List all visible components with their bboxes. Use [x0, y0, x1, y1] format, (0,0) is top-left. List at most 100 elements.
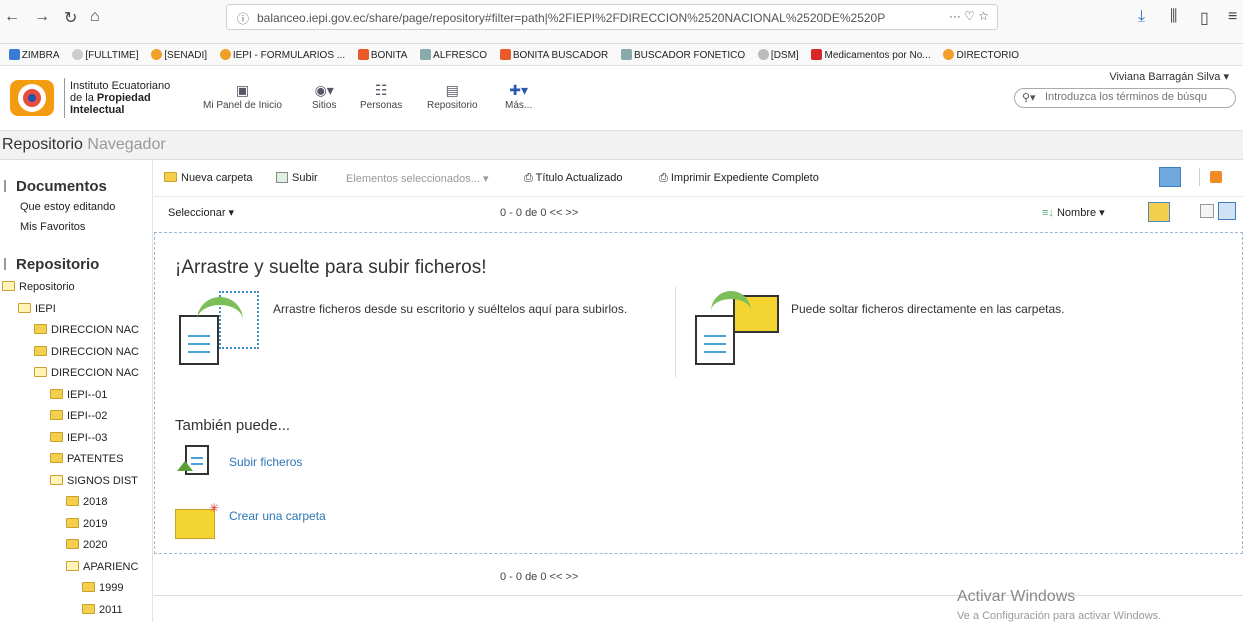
- tree-node-label: SIGNOS DIST: [67, 474, 138, 487]
- nav-dashboard[interactable]: ▣ Mi Panel de Inicio: [203, 82, 282, 111]
- upload-icon: [276, 172, 288, 183]
- bookmark-item[interactable]: ZIMBRA: [8, 49, 60, 61]
- title-updated-button[interactable]: ⎙ Título Actualizado: [524, 172, 623, 185]
- folder-drop-text: Puede soltar ficheros directamente en la…: [791, 302, 1065, 316]
- upload-button[interactable]: Subir: [276, 172, 318, 184]
- tree-node[interactable]: 1999: [82, 582, 123, 594]
- tree-node[interactable]: DIRECCION NAC: [34, 367, 139, 379]
- tree-node-label: Repositorio: [19, 281, 75, 293]
- folder-icon: [66, 496, 79, 506]
- tree-node[interactable]: APARIENC: [66, 560, 138, 573]
- page-title-bar: Repositorio Navegador: [0, 130, 1243, 160]
- bookmark-item[interactable]: BUSCADOR FONETICO: [621, 49, 745, 61]
- also-heading: También puede...: [175, 417, 291, 434]
- rss-icon[interactable]: [1210, 171, 1222, 183]
- print-full-button[interactable]: ⎙ Imprimir Expediente Completo: [659, 172, 819, 185]
- folder-icon: [66, 539, 79, 549]
- back-icon[interactable]: ←: [4, 8, 20, 26]
- bookmark-item[interactable]: BONITA BUSCADOR: [499, 49, 608, 61]
- tree-node-label: 2020: [83, 539, 108, 551]
- create-folder-icon: ✳: [175, 501, 221, 539]
- tree-node[interactable]: SIGNOS DIST: [50, 474, 138, 487]
- tree-node[interactable]: DIRECCION NAC: [34, 324, 139, 336]
- search-input[interactable]: [1045, 91, 1231, 103]
- desktop-upload-icon: [175, 289, 265, 379]
- new-folder-button[interactable]: Nueva carpeta: [164, 172, 253, 184]
- pager-bottom-bar: 0 - 0 de 0 << >>: [154, 560, 1243, 596]
- bookmark-item[interactable]: BONITA: [357, 49, 407, 61]
- tree-node[interactable]: 2018: [66, 496, 107, 508]
- bookmark-item[interactable]: [DSM]: [757, 49, 799, 61]
- iepi-logo[interactable]: [8, 78, 56, 118]
- page-actions-icon[interactable]: ··· ♡ ☆: [949, 9, 989, 23]
- bookmark-item[interactable]: ALFRESCO: [420, 49, 487, 61]
- bookmark-item[interactable]: [SENADI]: [151, 49, 207, 61]
- folders-toggle-button[interactable]: [1148, 202, 1170, 222]
- search-box[interactable]: ⚲▾: [1014, 88, 1236, 108]
- folder-icon: [50, 453, 63, 463]
- sidebar-item-favorites[interactable]: Mis Favoritos: [20, 221, 85, 233]
- sort-icon: ≡↓: [1042, 207, 1057, 219]
- bookmark-item[interactable]: Medicamentos por No...: [811, 49, 931, 61]
- drop-zone[interactable]: ¡Arrastre y suelte para subir ficheros! …: [154, 232, 1243, 554]
- folder-open-icon: [18, 302, 31, 313]
- sidebar-item-editing[interactable]: Que estoy editando: [20, 201, 115, 213]
- info-icon[interactable]: ⓘ: [237, 10, 249, 27]
- select-menu[interactable]: Seleccionar ▾: [168, 206, 234, 219]
- user-menu[interactable]: Viviana Barragán Silva ▾: [1109, 70, 1229, 83]
- nav-repository[interactable]: ▤ Repositorio: [427, 82, 478, 111]
- pager-top[interactable]: 0 - 0 de 0 << >>: [500, 207, 578, 219]
- tree-node[interactable]: IEPI--03: [50, 431, 108, 444]
- folder-icon: [34, 345, 47, 356]
- tree-node-label: PATENTES: [67, 453, 124, 465]
- bookmark-item[interactable]: DIRECTORIO: [943, 49, 1019, 61]
- forward-icon[interactable]: →: [34, 8, 50, 26]
- dashboard-icon: ▣: [235, 82, 250, 98]
- upload-files-link[interactable]: Subir ficheros: [229, 455, 302, 469]
- tree-node[interactable]: 2011: [82, 603, 123, 616]
- tree-node[interactable]: 2019: [66, 517, 108, 530]
- tree-node[interactable]: IEPI: [18, 302, 56, 315]
- browser-toolbar: ← → ↻ ⌂ ⓘ balanceo.iepi.gov.ec/share/pag…: [0, 0, 1243, 44]
- folder-icon: [50, 410, 63, 420]
- tree-node[interactable]: Repositorio: [2, 281, 75, 293]
- library-icon[interactable]: ⫼: [1170, 8, 1177, 26]
- view-toggle-button[interactable]: [1159, 167, 1181, 187]
- tree-node-label: 2011: [99, 603, 123, 616]
- url-bar[interactable]: ⓘ balanceo.iepi.gov.ec/share/page/reposi…: [226, 4, 998, 30]
- bookmark-item[interactable]: [FULLTIME]: [72, 49, 139, 61]
- menu-icon[interactable]: ≡: [1228, 8, 1237, 26]
- sidebar-toggle-icon[interactable]: ▯: [1200, 8, 1209, 28]
- app-header: Instituto Ecuatoriano de la Propiedad In…: [0, 66, 1243, 130]
- tree-node[interactable]: PATENTES: [50, 453, 123, 465]
- nav-more[interactable]: ✚▾ Más...: [505, 82, 532, 111]
- simple-view-icon[interactable]: [1218, 202, 1236, 220]
- folder-icon: [34, 324, 47, 334]
- download-icon[interactable]: ⤓: [1138, 8, 1145, 26]
- plus-icon: ✚▾: [509, 82, 528, 98]
- selected-items-menu[interactable]: Elementos seleccionados... ▾: [346, 172, 488, 185]
- nav-sites[interactable]: ◉▾ Sitios: [312, 82, 336, 111]
- people-icon: ☷: [374, 82, 388, 98]
- printer-icon: ⎙: [659, 172, 671, 184]
- bookmark-item[interactable]: IEPI - FORMULARIOS ...: [219, 49, 345, 61]
- sort-menu[interactable]: ≡↓ Nombre ▾: [1042, 206, 1105, 219]
- folder-drop-icon: [693, 289, 793, 379]
- pager-bottom[interactable]: 0 - 0 de 0 << >>: [500, 571, 578, 583]
- create-folder-link[interactable]: Crear una carpeta: [229, 509, 326, 523]
- repository-heading[interactable]: Repositorio: [16, 256, 99, 273]
- tree-node[interactable]: DIRECCION NAC: [34, 345, 139, 358]
- nav-people[interactable]: ☷ Personas: [360, 82, 402, 111]
- documents-heading[interactable]: Documentos: [16, 178, 107, 195]
- reload-icon[interactable]: ↻: [64, 8, 77, 28]
- tree-node-label: 2019: [83, 517, 108, 530]
- tree-node[interactable]: IEPI--02: [50, 410, 107, 422]
- tree-node-label: IEPI--03: [67, 431, 108, 444]
- folder-icon: [50, 431, 63, 442]
- detailed-view-icon[interactable]: [1200, 204, 1214, 218]
- tree-node[interactable]: IEPI--01: [50, 388, 107, 401]
- tree-node[interactable]: 2020: [66, 539, 107, 551]
- printer-icon: ⎙: [524, 172, 536, 184]
- home-icon[interactable]: ⌂: [90, 8, 100, 26]
- repository-icon: ▤: [445, 82, 459, 98]
